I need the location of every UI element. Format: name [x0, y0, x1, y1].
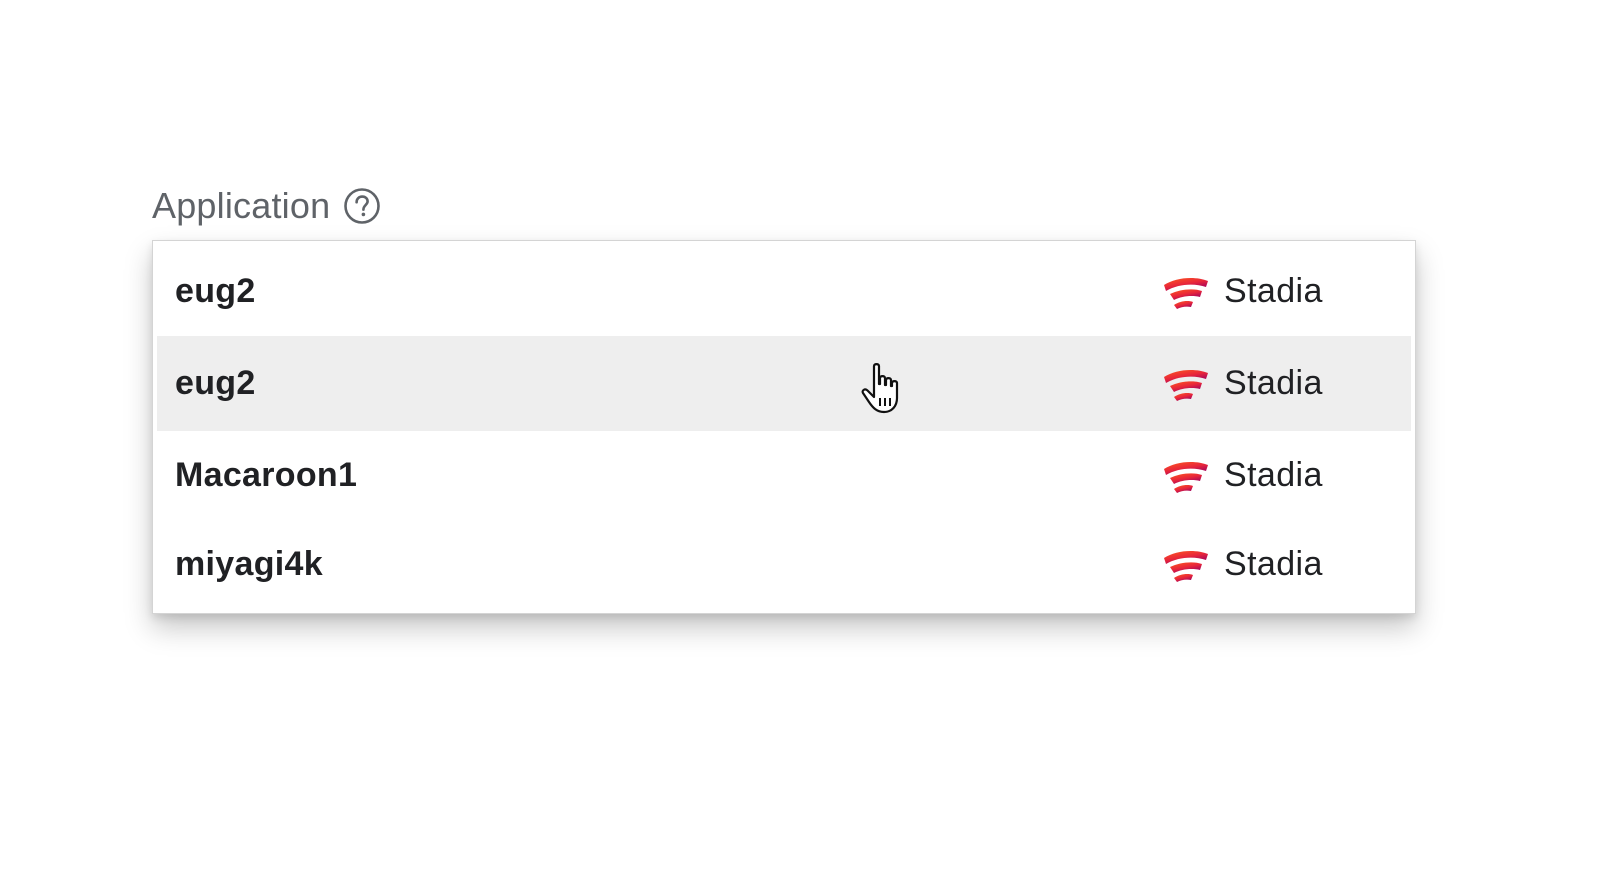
- platform-tag: Stadia: [1162, 364, 1323, 403]
- application-picker: Application eug2 Stadia eug2 Stadia Maca…: [0, 0, 1600, 888]
- help-circle-icon[interactable]: [343, 187, 381, 225]
- option-name: miyagi4k: [175, 545, 323, 583]
- platform-tag: Stadia: [1162, 456, 1323, 495]
- application-field-label: Application: [152, 182, 381, 230]
- platform-name: Stadia: [1224, 364, 1323, 402]
- option-miyagi4k[interactable]: miyagi4k Stadia: [157, 520, 1411, 609]
- option-name: Macaroon1: [175, 456, 358, 494]
- option-eug2-hovered[interactable]: eug2 Stadia: [157, 336, 1411, 431]
- option-name: eug2: [175, 364, 256, 402]
- platform-tag: Stadia: [1162, 545, 1323, 584]
- platform-name: Stadia: [1224, 272, 1323, 310]
- option-macaroon1[interactable]: Macaroon1 Stadia: [157, 431, 1411, 520]
- option-eug2[interactable]: eug2 Stadia: [157, 247, 1411, 336]
- application-dropdown-list: eug2 Stadia eug2 Stadia Macaroon1 Stadia…: [152, 240, 1416, 614]
- stadia-logo-icon: [1162, 275, 1210, 309]
- platform-tag: Stadia: [1162, 272, 1323, 311]
- platform-name: Stadia: [1224, 456, 1323, 494]
- stadia-logo-icon: [1162, 367, 1210, 401]
- field-label-text: Application: [152, 185, 331, 226]
- platform-name: Stadia: [1224, 545, 1323, 583]
- stadia-logo-icon: [1162, 548, 1210, 582]
- option-name: eug2: [175, 272, 256, 310]
- stadia-logo-icon: [1162, 459, 1210, 493]
